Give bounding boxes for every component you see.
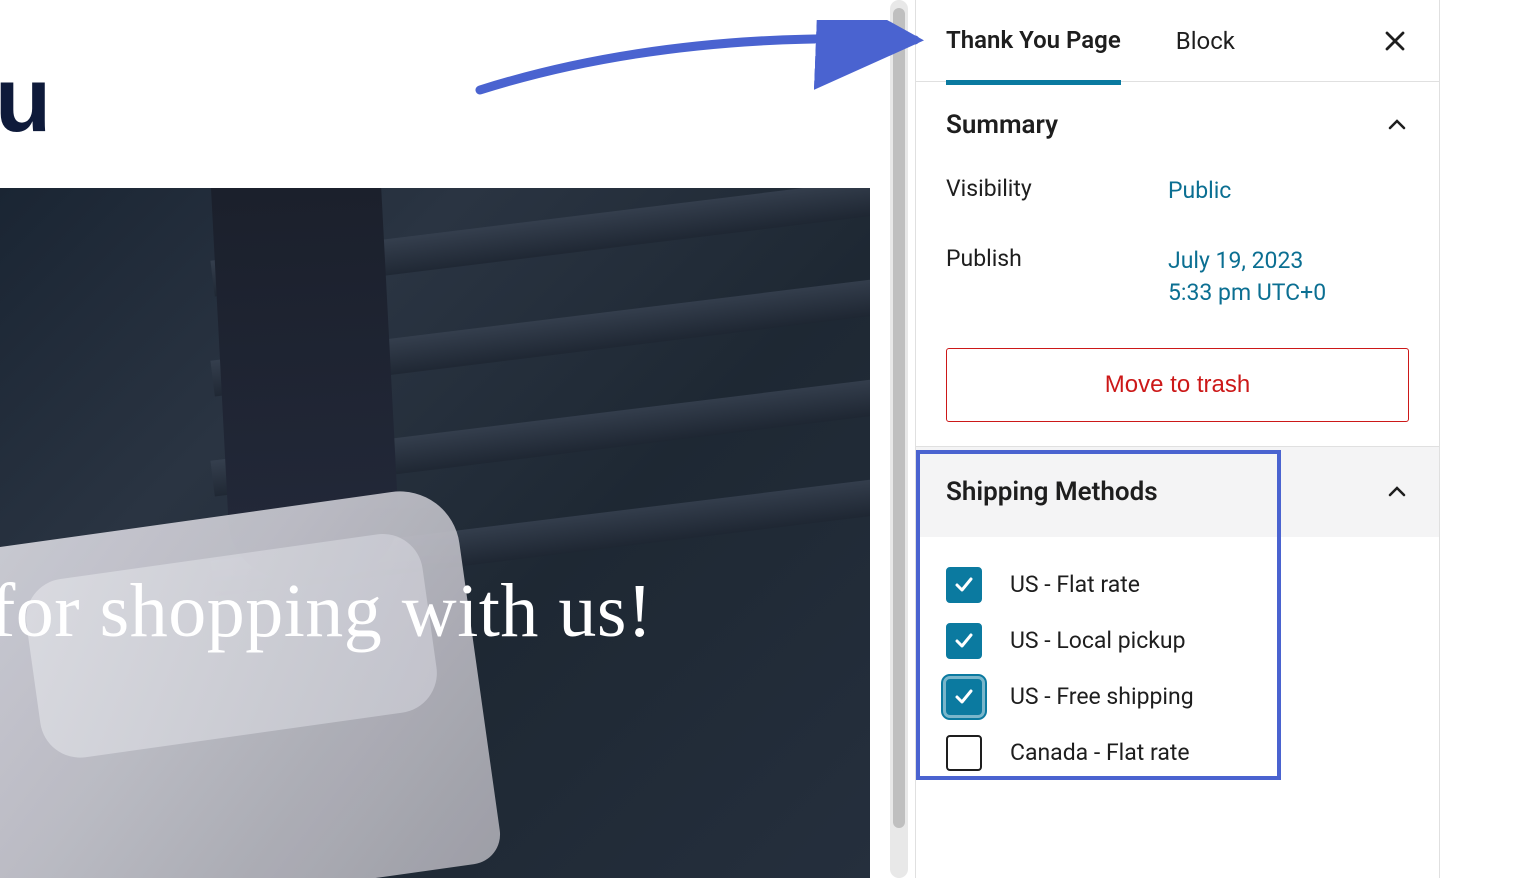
- shipping-option-row: US - Free shipping: [946, 679, 1409, 715]
- chevron-up-icon: [1385, 480, 1409, 504]
- visibility-label: Visibility: [946, 175, 1168, 207]
- tab-thank-you-page[interactable]: Thank You Page: [946, 0, 1121, 85]
- summary-title: Summary: [946, 110, 1058, 140]
- shipping-option-label: Canada - Flat rate: [1010, 739, 1190, 766]
- checkbox[interactable]: [946, 735, 982, 771]
- checkbox[interactable]: [946, 623, 982, 659]
- shipping-options-list: US - Flat rate US - Local pickup US - Free…: [916, 537, 1439, 811]
- shipping-option-label: US - Local pickup: [1010, 627, 1186, 654]
- editor-canvas: u for shopping with us!: [0, 0, 870, 878]
- shipping-panel-toggle[interactable]: Shipping Methods: [916, 447, 1439, 537]
- shipping-option-row: US - Flat rate: [946, 567, 1409, 603]
- move-to-trash-button[interactable]: Move to trash: [946, 348, 1409, 422]
- right-margin: [1446, 0, 1536, 878]
- shipping-option-label: US - Flat rate: [1010, 571, 1140, 598]
- sidebar-tabs: Thank You Page Block: [916, 0, 1439, 82]
- chevron-up-icon: [1385, 113, 1409, 137]
- summary-panel-toggle[interactable]: Summary: [946, 110, 1409, 140]
- publish-value[interactable]: July 19, 2023 5:33 pm UTC+0: [1168, 245, 1326, 309]
- summary-panel: Summary Visibility Public Publish July 1…: [916, 82, 1439, 446]
- publish-label: Publish: [946, 245, 1168, 309]
- shipping-option-label: US - Free shipping: [1010, 683, 1194, 710]
- shipping-methods-panel: Shipping Methods US - Flat rate US - Loca…: [916, 446, 1439, 811]
- visibility-row: Visibility Public: [946, 175, 1409, 207]
- close-icon[interactable]: [1381, 27, 1409, 55]
- editor-scrollbar[interactable]: [890, 0, 908, 878]
- shipping-title: Shipping Methods: [946, 477, 1158, 507]
- shipping-option-row: US - Local pickup: [946, 623, 1409, 659]
- checkbox[interactable]: [946, 679, 982, 715]
- hero-overlay-text: for shopping with us!: [0, 568, 653, 655]
- checkbox[interactable]: [946, 567, 982, 603]
- hero-shoe-shape: [0, 484, 504, 878]
- tab-block[interactable]: Block: [1176, 1, 1235, 81]
- publish-row: Publish July 19, 2023 5:33 pm UTC+0: [946, 245, 1409, 309]
- shipping-option-row: Canada - Flat rate: [946, 735, 1409, 771]
- visibility-value[interactable]: Public: [1168, 175, 1231, 207]
- scrollbar-thumb[interactable]: [893, 8, 905, 828]
- settings-sidebar: Thank You Page Block Summary Visibility …: [915, 0, 1440, 878]
- page-title-fragment: u: [0, 48, 49, 153]
- hero-image: for shopping with us!: [0, 188, 870, 878]
